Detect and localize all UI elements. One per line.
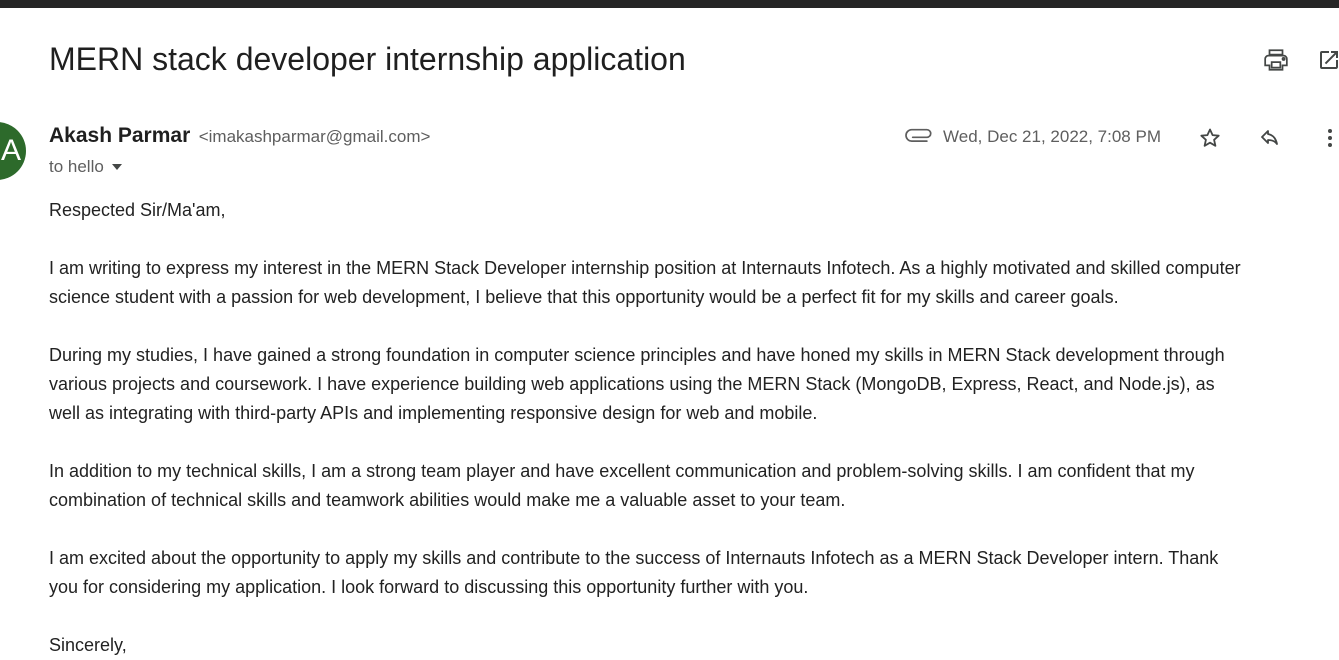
closing: Sincerely, <box>49 635 127 655</box>
paragraph-2-line-2: various projects and coursework. I have … <box>49 374 1215 394</box>
sender-avatar[interactable]: A <box>0 122 26 180</box>
reply-button[interactable] <box>1254 122 1286 154</box>
paragraph-4-line-2: you for considering my application. I lo… <box>49 577 809 597</box>
more-vertical-icon <box>1328 129 1332 147</box>
paperclip-icon <box>905 128 932 142</box>
reply-icon <box>1261 130 1278 145</box>
open-in-new-window-icon <box>1320 51 1338 69</box>
chevron-down-icon[interactable] <box>111 164 122 170</box>
sender-name[interactable]: Akash Parmar <box>49 124 190 147</box>
paragraph-2-line-1: During my studies, I have gained a stron… <box>49 345 1225 365</box>
recipient-label: to hello <box>49 157 104 176</box>
open-in-new-window-button[interactable] <box>1313 44 1339 76</box>
avatar-letter: A <box>0 134 21 167</box>
star-icon <box>1200 128 1220 147</box>
paragraph-2-line-3: well as integrating with third-party API… <box>49 403 818 423</box>
greeting: Respected Sir/Ma'am, <box>49 200 226 220</box>
star-button[interactable] <box>1194 122 1226 154</box>
paragraph-4-line-1: I am excited about the opportunity to ap… <box>49 548 1219 568</box>
print-all-button[interactable] <box>1260 44 1292 76</box>
paragraph-3-line-2: combination of technical skills and team… <box>49 490 846 510</box>
printer-icon <box>1264 49 1288 71</box>
email-date: Wed, Dec 21, 2022, 7:08 PM <box>943 127 1161 146</box>
paragraph-3-line-1: In addition to my technical skills, I am… <box>49 461 1195 481</box>
paragraph-1-line-1: I am writing to express my interest in t… <box>49 258 1241 278</box>
more-options-button[interactable] <box>1318 122 1339 154</box>
sender-email: <imakashparmar@gmail.com> <box>198 127 431 146</box>
email-body: Respected Sir/Ma'am, I am writing to exp… <box>49 196 1339 660</box>
sender-line: Akash Parmar <imakashparmar@gmail.com> <box>49 123 430 151</box>
email-subject: MERN stack developer internship applicat… <box>49 41 686 77</box>
window-top-bar <box>0 0 1339 8</box>
paragraph-1-line-2: science student with a passion for web d… <box>49 287 1119 307</box>
recipient-line: to hello <box>49 155 122 179</box>
